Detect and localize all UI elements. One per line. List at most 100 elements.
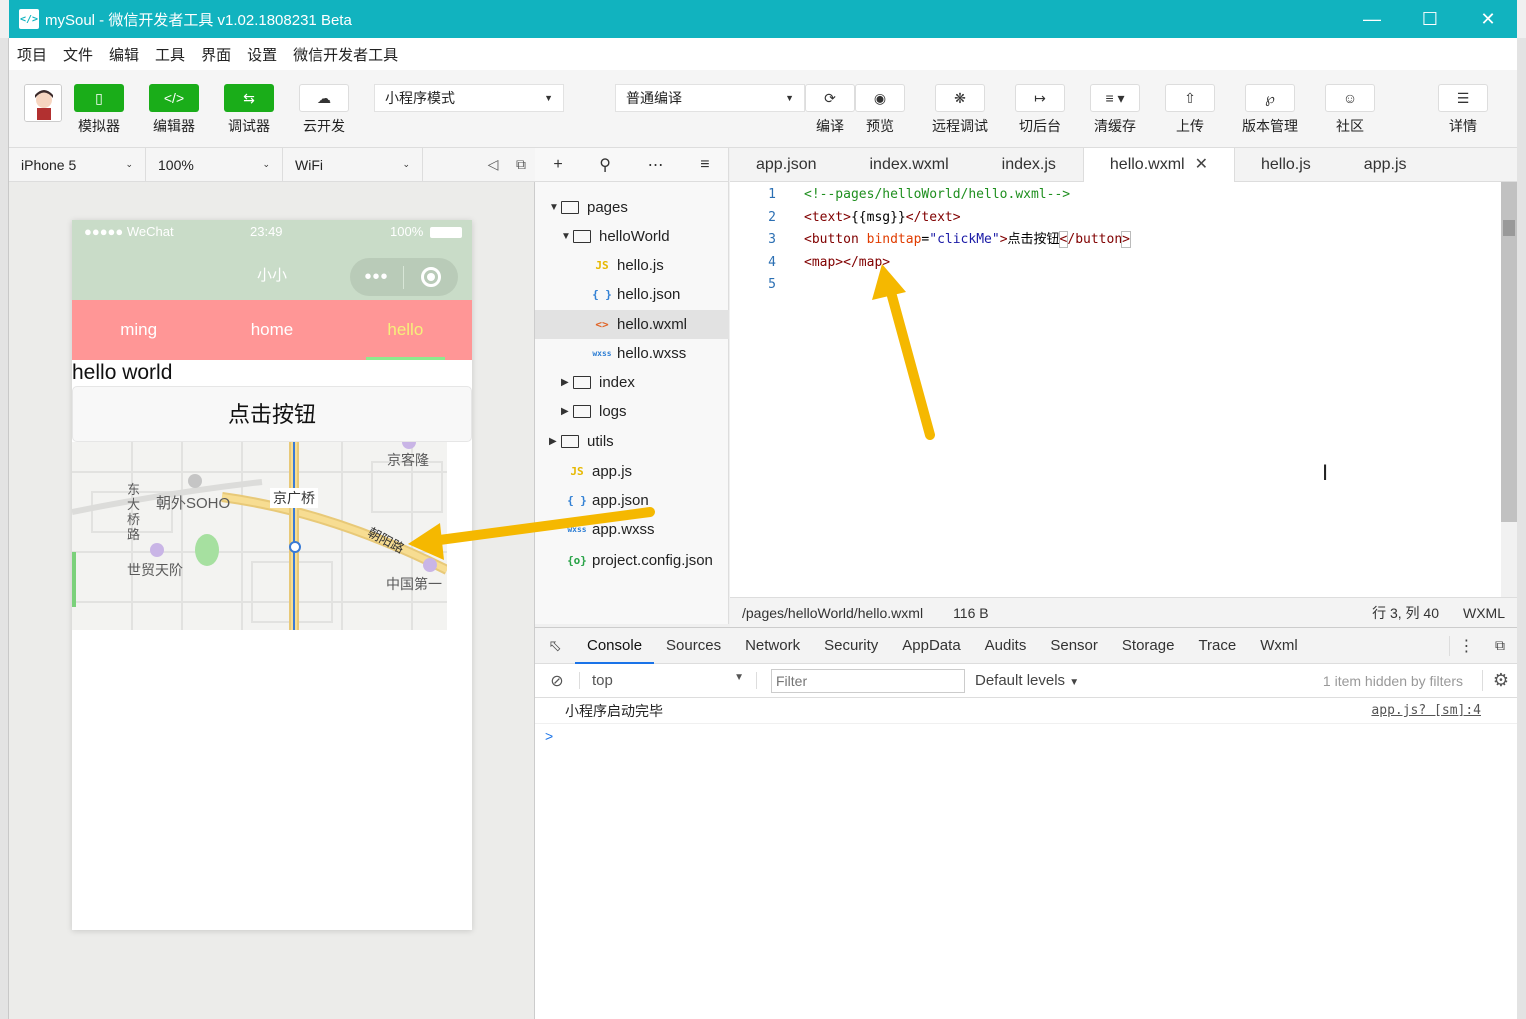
- click-me-button[interactable]: 点击按钮: [72, 386, 472, 442]
- more-vertical-icon[interactable]: ⋮: [1449, 635, 1483, 656]
- file-tree-toolbar: + ⚲ ⋯ ≡: [535, 148, 728, 182]
- close-button[interactable]: ✕: [1459, 0, 1517, 38]
- device-select[interactable]: iPhone 5 ⌄: [9, 147, 146, 182]
- settings-gear-icon[interactable]: ⚙: [1481, 670, 1509, 691]
- code-line: <!--pages/helloWorld/hello.wxml-->: [804, 187, 1071, 202]
- tab-console[interactable]: Console: [575, 628, 655, 664]
- tab-app-js[interactable]: app.js: [1338, 148, 1434, 182]
- tab-storage[interactable]: Storage: [1110, 628, 1187, 664]
- tree-file-app-json[interactable]: { } app.json: [535, 486, 729, 515]
- zoom-select[interactable]: 100% ⌄: [146, 147, 283, 182]
- popout-icon[interactable]: ⧉: [507, 156, 535, 173]
- tab-home[interactable]: home: [205, 300, 338, 360]
- menu-settings[interactable]: 设置: [239, 44, 285, 65]
- menu-wechat-devtools[interactable]: 微信开发者工具: [285, 44, 406, 65]
- tree-folder-index[interactable]: ▶ index: [535, 368, 729, 397]
- cursor-position: 行 3, 列 40: [1372, 604, 1439, 621]
- inspect-icon[interactable]: ⬁: [535, 636, 575, 656]
- close-tab-icon[interactable]: ✕: [1195, 156, 1208, 173]
- debugger-toggle[interactable]: ⇆ 调试器: [219, 84, 279, 136]
- file-size: 116 B: [953, 604, 989, 621]
- map-label: 京广桥: [270, 488, 318, 508]
- language-mode[interactable]: WXML: [1463, 605, 1505, 621]
- line-number: 2: [768, 209, 776, 225]
- map-view[interactable]: 京客隆 朝外SOHO 京广桥 东大桥路 朝阳路 世贸天阶 中国第一: [72, 442, 447, 630]
- tab-index-wxml[interactable]: index.wxml: [844, 148, 976, 182]
- minimize-button[interactable]: —: [1343, 0, 1401, 38]
- remote-debug-button[interactable]: ❋ 远程调试: [920, 84, 1000, 136]
- folder-icon: [561, 435, 579, 448]
- add-icon[interactable]: +: [553, 156, 562, 174]
- tab-network[interactable]: Network: [733, 628, 812, 664]
- network-select[interactable]: WiFi ⌄: [283, 147, 423, 182]
- tree-folder-logs[interactable]: ▶ logs: [535, 397, 729, 426]
- tab-sources[interactable]: Sources: [654, 628, 733, 664]
- layers-icon: ≡ ▾: [1090, 84, 1140, 112]
- folder-icon: [573, 405, 591, 418]
- tab-hello-wxml[interactable]: hello.wxml ✕: [1082, 148, 1235, 183]
- tab-index-js[interactable]: index.js: [976, 148, 1083, 182]
- collapse-icon[interactable]: ≡: [700, 156, 709, 174]
- editor-scrollbar[interactable]: [1501, 182, 1517, 597]
- tab-security[interactable]: Security: [812, 628, 890, 664]
- signal-indicator: ●●●●● WeChat: [84, 224, 174, 239]
- more-icon[interactable]: •••: [350, 265, 404, 289]
- menu-project[interactable]: 项目: [9, 44, 55, 65]
- maximize-button[interactable]: ☐: [1401, 0, 1459, 38]
- tree-file-hello-wxml[interactable]: <> hello.wxml: [535, 310, 729, 339]
- undock-icon[interactable]: ⧉: [1483, 637, 1517, 654]
- code-editor[interactable]: 1 2 3 4 5 <!--pages/helloWorld/hello.wxm…: [730, 182, 1517, 597]
- more-icon[interactable]: ⋯: [648, 155, 664, 175]
- line-number: 4: [768, 254, 776, 270]
- tab-app-json[interactable]: app.json: [730, 148, 844, 182]
- console-prompt[interactable]: >: [545, 728, 1517, 744]
- tree-file-hello-js[interactable]: JS hello.js: [535, 251, 729, 280]
- tree-folder-pages[interactable]: ▼ pages: [535, 193, 729, 222]
- tab-sensor[interactable]: Sensor: [1038, 628, 1110, 664]
- tree-file-app-js[interactable]: JS app.js: [535, 457, 729, 486]
- editor-toggle[interactable]: </> 编辑器: [144, 84, 204, 136]
- background-button[interactable]: ↦ 切后台: [1010, 84, 1070, 136]
- menu-edit[interactable]: 编辑: [101, 44, 147, 65]
- tab-appdata[interactable]: AppData: [890, 628, 972, 664]
- tab-trace[interactable]: Trace: [1186, 628, 1248, 664]
- search-icon[interactable]: ⚲: [599, 155, 611, 175]
- capsule-menu[interactable]: •••: [350, 258, 458, 296]
- tab-hello-js[interactable]: hello.js: [1235, 148, 1338, 182]
- mode-select[interactable]: 小程序模式 ▼: [374, 84, 564, 112]
- tree-file-app-wxss[interactable]: wxss app.wxss: [535, 515, 729, 544]
- clear-cache-button[interactable]: ≡ ▾ 清缓存: [1085, 84, 1145, 136]
- levels-select[interactable]: Default levels ▼: [975, 672, 1079, 689]
- community-button[interactable]: ☺ 社区: [1320, 84, 1380, 136]
- tree-folder-helloworld[interactable]: ▼ helloWorld: [535, 222, 729, 251]
- tab-hello[interactable]: hello: [339, 300, 472, 360]
- simulator-toggle[interactable]: ▯ 模拟器: [69, 84, 129, 136]
- console-filter-input[interactable]: [771, 668, 965, 693]
- tree-folder-utils[interactable]: ▶ utils: [535, 427, 729, 456]
- tree-file-hello-wxss[interactable]: wxss hello.wxss: [535, 339, 729, 368]
- clear-console-icon[interactable]: ⊘: [535, 671, 579, 691]
- tab-wxml[interactable]: Wxml: [1248, 628, 1310, 664]
- version-button[interactable]: ℘ 版本管理: [1235, 84, 1305, 136]
- menu-tools[interactable]: 工具: [147, 44, 193, 65]
- close-mini-program-icon[interactable]: [404, 267, 458, 287]
- upload-button[interactable]: ⇧ 上传: [1160, 84, 1220, 136]
- menu-file[interactable]: 文件: [55, 44, 101, 65]
- preview-button[interactable]: ◉ 预览: [850, 84, 910, 136]
- debug-icon: ⇆: [224, 84, 274, 112]
- context-select[interactable]: top ▼: [579, 672, 757, 689]
- details-button[interactable]: ☰ 详情: [1433, 84, 1493, 136]
- tree-file-hello-json[interactable]: { } hello.json: [535, 280, 729, 309]
- log-source-link[interactable]: app.js? [sm]:4: [1371, 703, 1481, 718]
- expanded-arrow-icon: ▼: [549, 202, 559, 213]
- user-avatar[interactable]: [24, 84, 62, 122]
- map-label: 中国第一: [386, 576, 442, 592]
- collapsed-arrow-icon: ▶: [561, 377, 569, 388]
- compile-mode-select[interactable]: 普通编译 ▼: [615, 84, 805, 112]
- cloud-dev-button[interactable]: ☁ 云开发: [294, 84, 354, 136]
- tab-ming[interactable]: ming: [72, 300, 205, 360]
- menu-interface[interactable]: 界面: [193, 44, 239, 65]
- tree-file-project-config[interactable]: {o} project.config.json: [535, 546, 729, 575]
- tab-audits[interactable]: Audits: [973, 628, 1039, 664]
- speaker-icon[interactable]: ◁: [479, 156, 507, 173]
